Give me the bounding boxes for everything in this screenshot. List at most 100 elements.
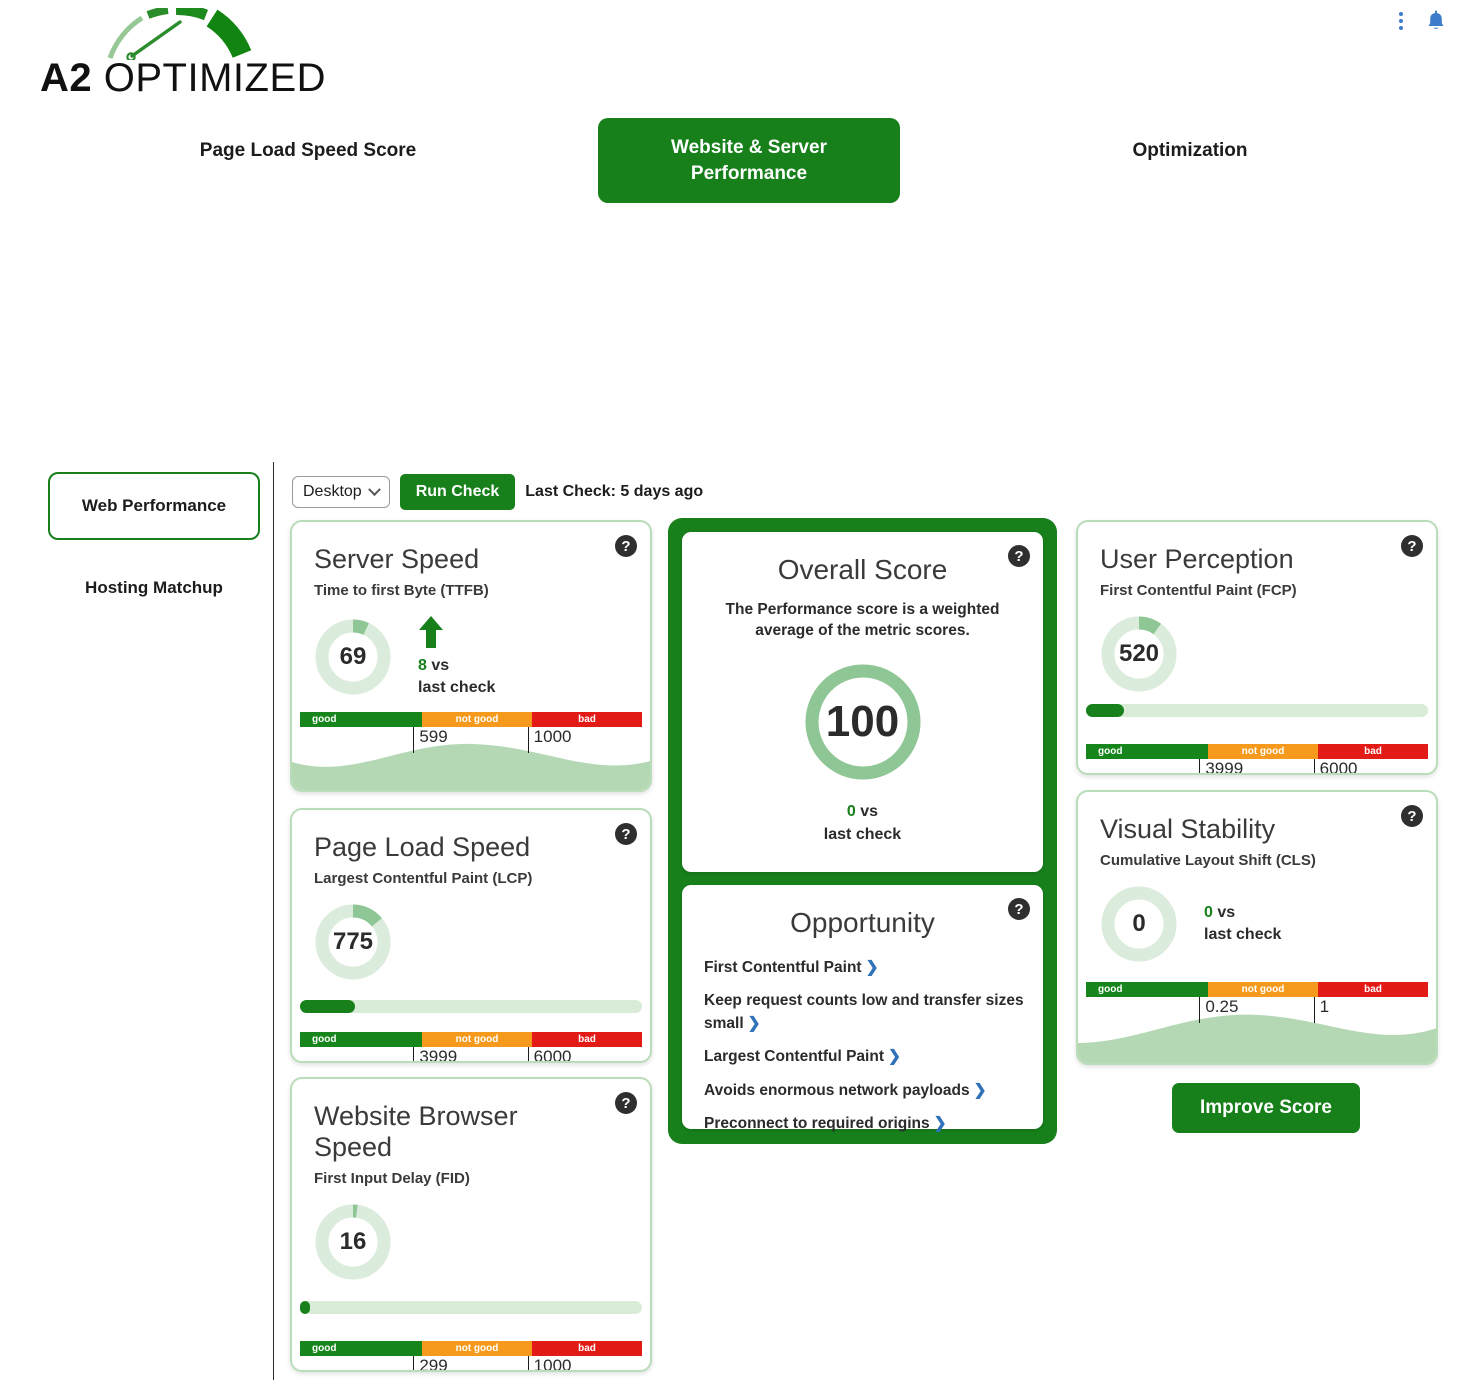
delta-vs: vs <box>1213 904 1235 921</box>
threshold-label-bad: bad <box>532 712 642 727</box>
help-icon[interactable]: ? <box>1008 545 1030 567</box>
chevron-right-icon: ❯ <box>934 1115 947 1132</box>
threshold-label-mid: not good <box>422 1341 532 1356</box>
delta-last-check: last check <box>418 677 495 699</box>
help-icon[interactable]: ? <box>615 823 637 845</box>
last-check-label: Last Check: 5 days ago <box>525 483 703 501</box>
opportunity-item[interactable]: Preconnect to required origins❯ <box>704 1113 1025 1135</box>
delta-block: 0 vs last check <box>682 800 1043 846</box>
top-bar-icons <box>1392 10 1446 32</box>
tab-website-server-performance[interactable]: Website & Server Performance <box>598 118 900 203</box>
device-select[interactable]: Desktop <box>292 476 390 508</box>
run-check-button[interactable]: Run Check <box>400 474 516 510</box>
delta-last-check: last check <box>1204 924 1281 946</box>
card-opportunity: ? Opportunity First Contentful Paint❯ Ke… <box>682 885 1043 1129</box>
threshold-meter: good not good bad 3999 6000 <box>1086 744 1428 775</box>
delta-vs: vs <box>427 657 449 674</box>
help-icon[interactable]: ? <box>615 1092 637 1114</box>
progress-bar <box>1086 704 1428 717</box>
score-value: 775 <box>314 903 392 981</box>
threshold-value-bad: 1000 <box>528 1356 642 1372</box>
delta-value: 0 <box>1204 904 1213 921</box>
brand-logo[interactable]: A2 OPTIMIZED <box>40 8 340 108</box>
help-icon[interactable]: ? <box>1401 805 1423 827</box>
card-subtitle: Cumulative Layout Shift (CLS) <box>1100 852 1414 869</box>
card-visual-stability: ? Visual Stability Cumulative Layout Shi… <box>1076 790 1438 1065</box>
card-user-perception: ? User Perception First Contentful Paint… <box>1076 520 1438 775</box>
threshold-value-mid: 299 <box>413 1356 527 1372</box>
threshold-blank <box>1086 997 1199 1023</box>
brand-name-bold: A2 <box>40 56 92 100</box>
sidebar-item-hosting-matchup[interactable]: Hosting Matchup <box>48 556 260 620</box>
threshold-label-mid: not good <box>1208 744 1318 759</box>
card-subtitle: First Input Delay (FID) <box>314 1170 628 1187</box>
card-subtitle: Largest Contentful Paint (LCP) <box>314 870 628 887</box>
threshold-label-good: good <box>1086 982 1208 997</box>
card-title: Website Browser Speed <box>314 1101 564 1163</box>
score-donut: 775 <box>314 903 392 981</box>
delta-last-check: last check <box>682 823 1043 846</box>
card-subtitle: Time to first Byte (TTFB) <box>314 582 628 599</box>
opportunity-item-label: Largest Contentful Paint <box>704 1048 884 1065</box>
threshold-value-mid: 3999 <box>1199 759 1313 775</box>
threshold-label-good: good <box>300 1341 422 1356</box>
sidebar-divider <box>273 462 274 1380</box>
chevron-right-icon: ❯ <box>974 1082 987 1099</box>
help-icon[interactable]: ? <box>1401 535 1423 557</box>
threshold-value-bad: 6000 <box>528 1047 642 1063</box>
threshold-value-mid: 3999 <box>413 1047 527 1063</box>
card-title: Visual Stability <box>1100 814 1414 845</box>
speedometer-icon <box>102 8 282 60</box>
tab-page-load-speed-score[interactable]: Page Load Speed Score <box>128 118 488 162</box>
sidebar-item-web-performance[interactable]: Web Performance <box>48 472 260 540</box>
score-value: 69 <box>314 618 392 696</box>
threshold-meter: good not good bad 0.25 1 <box>1086 982 1428 1023</box>
brand-name-rest: OPTIMIZED <box>92 56 326 100</box>
help-icon[interactable]: ? <box>1008 898 1030 920</box>
overall-score-description: The Performance score is a weighted aver… <box>710 600 1015 642</box>
delta-value: 0 <box>847 803 856 820</box>
opportunity-item[interactable]: Keep request counts low and transfer siz… <box>704 990 1025 1035</box>
threshold-label-mid: not good <box>1208 982 1318 997</box>
delta-vs: vs <box>856 803 878 820</box>
score-value: 520 <box>1100 615 1178 693</box>
center-panel: ? Overall Score The Performance score is… <box>668 518 1057 1144</box>
opportunity-item[interactable]: First Contentful Paint❯ <box>704 957 1025 979</box>
card-server-speed: ? Server Speed Time to first Byte (TTFB)… <box>290 520 652 792</box>
score-donut: 520 <box>1100 615 1178 693</box>
card-title: Overall Score <box>682 532 1043 586</box>
score-value: 0 <box>1100 885 1178 963</box>
opportunity-item-label: First Contentful Paint <box>704 959 862 976</box>
delta-block: 8 vs last check <box>418 615 495 700</box>
threshold-label-mid: not good <box>422 1032 532 1047</box>
threshold-label-good: good <box>1086 744 1208 759</box>
kebab-menu-icon[interactable] <box>1392 10 1410 32</box>
card-page-load-speed: ? Page Load Speed Largest Contentful Pai… <box>290 808 652 1063</box>
chevron-right-icon: ❯ <box>866 959 879 976</box>
threshold-blank <box>300 1047 413 1063</box>
opportunity-item[interactable]: Avoids enormous network payloads❯ <box>704 1080 1025 1102</box>
sidebar: Web Performance Hosting Matchup <box>48 472 260 620</box>
card-website-browser-speed: ? Website Browser Speed First Input Dela… <box>290 1077 652 1372</box>
opportunity-item-label: Preconnect to required origins <box>704 1115 930 1132</box>
threshold-value-bad: 1000 <box>528 727 642 753</box>
threshold-meter: good not good bad 599 1000 <box>300 712 642 753</box>
improve-score-button[interactable]: Improve Score <box>1172 1083 1360 1133</box>
help-icon[interactable]: ? <box>615 535 637 557</box>
threshold-label-bad: bad <box>532 1032 642 1047</box>
arrow-up-icon <box>418 615 444 649</box>
card-overall-score: ? Overall Score The Performance score is… <box>682 532 1043 872</box>
score-donut: 16 <box>314 1203 392 1281</box>
notification-bell-icon[interactable] <box>1426 10 1446 32</box>
score-donut: 69 <box>314 618 392 696</box>
card-title: Server Speed <box>314 544 628 575</box>
threshold-blank <box>1086 759 1199 775</box>
threshold-label-bad: bad <box>1318 982 1428 997</box>
tab-optimization[interactable]: Optimization <box>1020 118 1360 162</box>
progress-bar <box>300 1000 642 1013</box>
threshold-label-bad: bad <box>1318 744 1428 759</box>
score-value: 100 <box>801 660 925 784</box>
opportunity-item[interactable]: Largest Contentful Paint❯ <box>704 1046 1025 1068</box>
card-title: Page Load Speed <box>314 832 628 863</box>
opportunity-list: First Contentful Paint❯ Keep request cou… <box>704 957 1025 1136</box>
